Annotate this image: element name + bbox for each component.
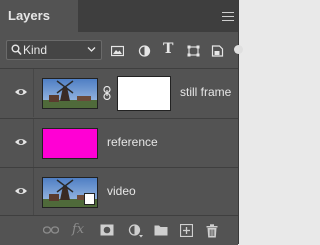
layer-mask-thumbnail[interactable] xyxy=(117,76,171,111)
layer-thumbnail[interactable] xyxy=(42,78,98,109)
adjustment-layer-icon[interactable] xyxy=(128,224,144,238)
layer-name[interactable]: video xyxy=(107,184,136,198)
filter-kind-label: Kind xyxy=(23,43,48,57)
adjustment-filter-icon[interactable] xyxy=(138,45,151,57)
add-mask-icon[interactable] xyxy=(100,224,114,236)
link-mask-icon[interactable] xyxy=(103,86,111,100)
panel-menu-icon[interactable] xyxy=(222,12,234,21)
type-filter-icon[interactable]: T xyxy=(163,41,173,57)
smart-object-filter-icon[interactable] xyxy=(211,45,224,57)
layers-panel: Layers Kind T still frame reference vide… xyxy=(0,0,243,245)
layer-row-video[interactable]: video xyxy=(0,168,238,216)
layer-row-still-frame[interactable]: still frame xyxy=(0,69,238,117)
eye-icon[interactable] xyxy=(14,186,28,196)
divider xyxy=(33,168,34,216)
divider xyxy=(33,69,34,117)
layer-name[interactable]: still frame xyxy=(180,85,231,99)
search-icon xyxy=(11,44,22,56)
chevron-down-icon xyxy=(87,47,96,52)
new-layer-icon[interactable] xyxy=(180,224,193,237)
landscape-windmill-image xyxy=(43,79,97,108)
filter-toggle[interactable] xyxy=(234,45,243,54)
image-filter-icon[interactable] xyxy=(111,45,124,57)
panel-tab-bar: Layers xyxy=(0,0,238,32)
link-layers-icon[interactable] xyxy=(43,225,59,235)
layer-row-reference[interactable]: reference xyxy=(0,119,238,167)
divider xyxy=(33,119,34,167)
fx-icon[interactable]: fx xyxy=(72,222,84,237)
layer-name[interactable]: reference xyxy=(107,135,158,149)
layers-bottom-toolbar: fx xyxy=(0,215,238,245)
eye-icon[interactable] xyxy=(14,87,28,97)
layer-thumbnail-solid-color[interactable] xyxy=(42,128,98,159)
tab-layers[interactable]: Layers xyxy=(0,0,78,32)
shape-filter-icon[interactable] xyxy=(187,45,200,57)
delete-icon[interactable] xyxy=(206,224,218,238)
layer-thumbnail[interactable] xyxy=(42,177,98,208)
layer-filter-row: Kind T xyxy=(0,36,243,64)
video-layer-badge-icon xyxy=(84,193,95,205)
filter-kind-select[interactable]: Kind xyxy=(6,40,102,60)
new-group-icon[interactable] xyxy=(154,224,168,236)
eye-icon[interactable] xyxy=(14,137,28,147)
